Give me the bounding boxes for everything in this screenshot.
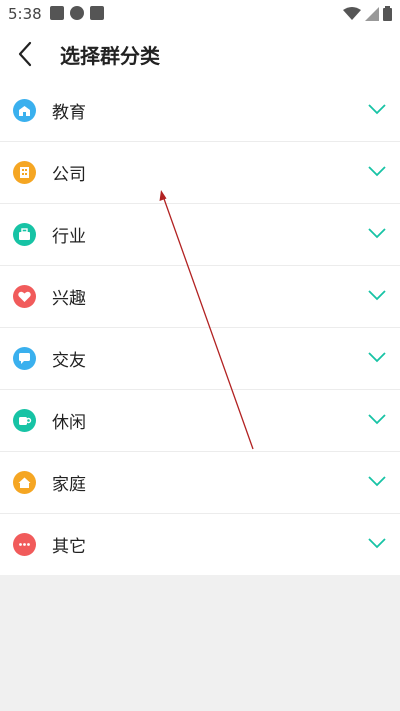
signal-icon — [365, 6, 379, 21]
school-icon — [13, 99, 36, 122]
category-row-family[interactable]: 家庭 — [0, 452, 400, 514]
chevron-down-icon — [368, 104, 386, 115]
category-row-friends[interactable]: 交友 — [0, 328, 400, 390]
heart-icon — [13, 285, 36, 308]
status-time: 5:38 — [8, 5, 42, 23]
wifi-icon — [343, 6, 361, 20]
house-icon — [13, 471, 36, 494]
gallery-notification-icon — [50, 6, 64, 20]
category-label: 兴趣 — [52, 289, 86, 309]
category-row-interest[interactable]: 兴趣 — [0, 266, 400, 328]
category-row-leisure[interactable]: 休闲 — [0, 390, 400, 452]
header: 选择群分类 — [0, 28, 400, 80]
briefcase-icon — [13, 223, 36, 246]
category-label: 公司 — [52, 165, 86, 185]
category-row-industry[interactable]: 行业 — [0, 204, 400, 266]
status-notification-icons — [50, 6, 104, 20]
chevron-down-icon — [368, 538, 386, 549]
category-label: 休闲 — [52, 413, 86, 433]
building-icon — [13, 161, 36, 184]
page-title: 选择群分类 — [60, 44, 160, 68]
category-label: 行业 — [52, 227, 86, 247]
status-bar: 5:38 — [0, 0, 400, 28]
font-notification-icon — [90, 6, 104, 20]
chevron-down-icon — [368, 476, 386, 487]
more-icon — [13, 533, 36, 556]
chevron-down-icon — [368, 352, 386, 363]
back-button[interactable] — [10, 38, 42, 70]
chevron-down-icon — [368, 166, 386, 177]
battery-icon — [383, 6, 392, 21]
back-arrow-icon — [18, 41, 32, 67]
audio-notification-icon — [70, 6, 84, 20]
category-label: 家庭 — [52, 475, 86, 495]
category-row-education[interactable]: 教育 — [0, 80, 400, 142]
coffee-cup-icon — [13, 409, 36, 432]
category-label: 交友 — [52, 351, 86, 371]
category-list: 教育 公司 行业 兴趣 交友 休闲 家庭 其它 — [0, 80, 400, 575]
category-row-company[interactable]: 公司 — [0, 142, 400, 204]
chevron-down-icon — [368, 228, 386, 239]
category-row-other[interactable]: 其它 — [0, 514, 400, 575]
chat-icon — [13, 347, 36, 370]
chevron-down-icon — [368, 414, 386, 425]
chevron-down-icon — [368, 290, 386, 301]
category-label: 其它 — [52, 537, 86, 557]
category-label: 教育 — [52, 103, 86, 123]
status-system-icons — [343, 6, 392, 21]
